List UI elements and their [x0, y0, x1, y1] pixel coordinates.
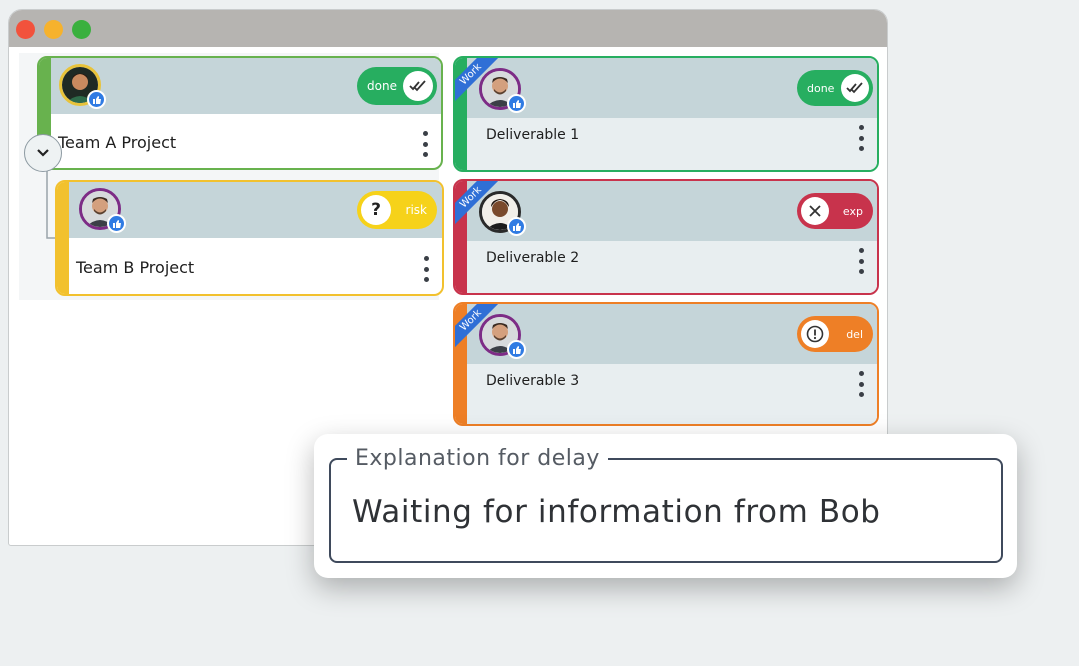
card-title: Deliverable 3 [486, 373, 580, 389]
field-label: Explanation for delay [347, 446, 608, 471]
thumbs-up-icon [507, 217, 526, 236]
status-label: exp [842, 204, 863, 218]
status-pill[interactable]: ? risk [357, 191, 437, 229]
card-title: Deliverable 1 [486, 127, 580, 143]
status-pill[interactable]: done [357, 67, 437, 105]
double-check-icon [403, 71, 433, 101]
delay-explanation-field[interactable]: Explanation for delay Waiting for inform… [329, 446, 1003, 563]
minimize-window-button[interactable] [44, 20, 63, 39]
more-options-icon[interactable] [420, 131, 430, 157]
avatar [59, 64, 106, 109]
status-label: risk [405, 203, 427, 217]
team-card-b[interactable]: ? risk Team B Project [55, 180, 444, 296]
delay-explanation-panel: Explanation for delay Waiting for inform… [314, 434, 1017, 578]
team-card-a[interactable]: done Team A Project [37, 56, 443, 170]
deliverable-card-2[interactable]: Work exp Deliverable 2 [453, 179, 879, 295]
status-accent-bar [57, 182, 69, 294]
avatar [479, 191, 526, 236]
deliverable-card-3[interactable]: Work del Deliverable 3 [453, 302, 879, 426]
more-options-icon[interactable] [856, 371, 866, 397]
card-title: Deliverable 2 [486, 250, 580, 266]
thumbs-up-icon [507, 340, 526, 359]
x-icon [801, 197, 829, 225]
status-label: del [846, 327, 863, 341]
close-window-button[interactable] [16, 20, 35, 39]
double-check-icon [841, 74, 869, 102]
status-label: done [367, 79, 397, 93]
deliverable-card-1[interactable]: Work done Deliverable 1 [453, 56, 879, 172]
chevron-down-icon [37, 149, 49, 157]
thumbs-up-icon [87, 90, 106, 109]
card-body [467, 118, 877, 170]
collapse-toggle[interactable] [24, 134, 62, 172]
avatar [79, 188, 126, 233]
more-options-icon[interactable] [856, 125, 866, 151]
status-pill[interactable]: del [797, 316, 873, 352]
more-options-icon[interactable] [856, 248, 866, 274]
status-label: done [807, 81, 835, 95]
card-title: Team B Project [76, 258, 195, 277]
exclamation-icon [801, 320, 829, 348]
card-body [467, 241, 877, 293]
thumbs-up-icon [507, 94, 526, 113]
card-title: Team A Project [58, 133, 177, 152]
thumbs-up-icon [107, 214, 126, 233]
maximize-window-button[interactable] [72, 20, 91, 39]
more-options-icon[interactable] [421, 256, 431, 282]
question-icon: ? [361, 195, 391, 225]
status-pill[interactable]: exp [797, 193, 873, 229]
project-tree: done Team A Project ? risk Team B Projec… [19, 53, 444, 300]
avatar [479, 314, 526, 359]
avatar [479, 68, 526, 113]
field-value[interactable]: Waiting for information from Bob [352, 494, 881, 530]
status-pill[interactable]: done [797, 70, 873, 106]
title-bar [9, 10, 887, 47]
